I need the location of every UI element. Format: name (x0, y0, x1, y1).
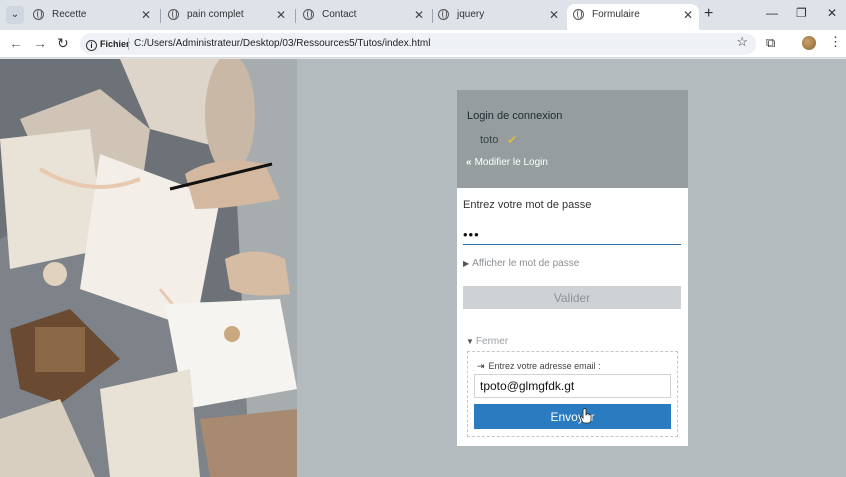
show-password-toggle[interactable]: ▶ Afficher le mot de passe (463, 258, 579, 269)
tab-recette[interactable]: Recette ✕ (27, 4, 157, 30)
browser-toolbar: ← → ↻ i Fichier C:/Users/Administrateur/D… (0, 30, 846, 58)
tab-label: Recette (52, 9, 87, 20)
profile-avatar-icon[interactable] (802, 36, 816, 50)
page-viewport: Login de connexion toto ✔ «Modifier le L… (0, 59, 846, 477)
close-tab-icon[interactable]: ✕ (414, 4, 424, 26)
close-window-icon[interactable]: ✕ (827, 6, 837, 20)
password-input[interactable] (463, 225, 681, 245)
tab-divider (295, 9, 296, 23)
globe-icon (303, 9, 314, 20)
close-tab-icon[interactable]: ✕ (549, 4, 559, 26)
minimize-icon[interactable]: — (766, 6, 778, 20)
sign-in-icon: ⇥ (477, 361, 485, 371)
url-text[interactable]: C:/Users/Administrateur/Desktop/03/Resso… (134, 33, 430, 55)
globe-icon (438, 9, 449, 20)
tab-label: Formulaire (592, 9, 640, 20)
menu-kebab-icon[interactable]: ⋮ (829, 34, 842, 50)
globe-icon (573, 9, 584, 20)
password-label: Entrez votre mot de passe (463, 199, 592, 211)
hero-photo-illustration (0, 59, 297, 477)
tab-label: pain complet (187, 9, 244, 20)
tab-search-button[interactable]: ⌄ (6, 6, 24, 24)
tab-pain-complet[interactable]: pain complet ✕ (162, 4, 292, 30)
checkmark-icon: ✔ (507, 133, 518, 147)
email-label: Entrez votre adresse email : (488, 361, 601, 371)
chevron-down-icon: ⌄ (10, 9, 20, 20)
login-title: Login de connexion (467, 110, 563, 122)
hand-cursor-icon (580, 408, 592, 424)
show-password-label: Afficher le mot de passe (472, 258, 580, 269)
address-bar[interactable]: i Fichier C:/Users/Administrateur/Desktop… (80, 33, 756, 55)
tab-strip: ⌄ Recette ✕ pain complet ✕ Contact ✕ jqu… (0, 0, 846, 30)
login-card: Login de connexion toto ✔ «Modifier le L… (457, 90, 688, 446)
send-button[interactable]: Envoyer (474, 404, 671, 429)
tab-formulaire[interactable]: Formulaire ✕ (567, 4, 699, 30)
chip-divider (128, 38, 129, 50)
info-icon: i (86, 40, 97, 51)
extensions-icon[interactable]: ⧉ (766, 35, 775, 51)
tab-label: Contact (322, 9, 357, 20)
email-panel: ⇥Entrez votre adresse email : Envoyer (467, 351, 678, 437)
caret-right-icon: ▶ (463, 259, 470, 268)
tab-contact[interactable]: Contact ✕ (297, 4, 430, 30)
tab-label: jquery (457, 9, 485, 20)
login-card-header: Login de connexion toto ✔ «Modifier le L… (457, 90, 688, 188)
globe-icon (33, 9, 44, 20)
close-tab-icon[interactable]: ✕ (683, 4, 693, 26)
caret-down-icon: ▼ (466, 337, 474, 346)
close-toggle[interactable]: ▼ Fermer (466, 336, 508, 347)
email-input[interactable] (474, 374, 671, 398)
back-arrow-icon[interactable]: ← (9, 35, 23, 51)
reload-icon[interactable]: ↻ (57, 35, 69, 52)
restore-icon[interactable]: ❐ (796, 6, 807, 20)
modify-login-link[interactable]: «Modifier le Login (466, 157, 548, 168)
close-label: Fermer (475, 336, 509, 347)
tab-jquery[interactable]: jquery ✕ (432, 4, 565, 30)
login-username: toto (480, 134, 499, 146)
close-tab-icon[interactable]: ✕ (276, 4, 286, 26)
double-chevron-left-icon: « (466, 157, 472, 168)
hero-photo (0, 59, 297, 477)
site-info-label: Fichier (100, 39, 130, 49)
new-tab-button[interactable]: + (704, 5, 713, 23)
site-info-chip[interactable]: i Fichier (86, 36, 130, 52)
email-label-row: ⇥ Entrez votre adresse email : (477, 361, 601, 372)
submit-button[interactable]: Valider (463, 286, 681, 309)
tab-divider (160, 9, 161, 23)
modify-login-label: Modifier le Login (474, 157, 548, 168)
forward-arrow-icon[interactable]: → (33, 35, 47, 51)
globe-icon (168, 9, 179, 20)
close-tab-icon[interactable]: ✕ (141, 4, 151, 26)
bookmark-star-icon[interactable]: ☆ (736, 34, 748, 50)
